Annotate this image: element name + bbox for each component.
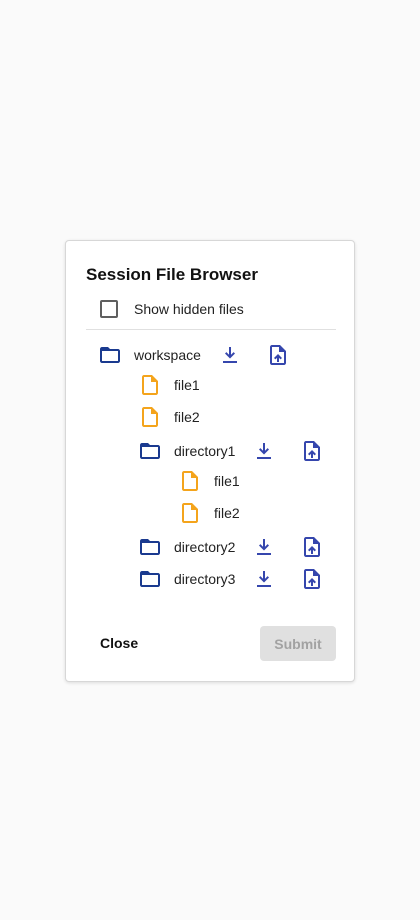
divider (86, 329, 336, 330)
folder-name: directory1 (174, 443, 236, 459)
file-upload-icon[interactable] (266, 343, 290, 367)
file-name: file1 (174, 377, 200, 393)
download-icon[interactable] (252, 535, 276, 559)
tree-folder-row[interactable]: directory1 (66, 439, 356, 463)
file-name: file2 (174, 409, 200, 425)
tree-file-row[interactable]: file2 (66, 501, 356, 525)
show-hidden-files-toggle[interactable]: Show hidden files (100, 299, 244, 319)
file-icon (182, 471, 198, 491)
folder-name: workspace (134, 347, 201, 363)
submit-button: Submit (260, 626, 336, 661)
folder-icon (140, 539, 160, 555)
folder-name: directory3 (174, 571, 236, 587)
download-icon[interactable] (252, 439, 276, 463)
tree-file-row[interactable]: file1 (66, 469, 356, 493)
file-icon (142, 407, 158, 427)
folder-icon (100, 347, 120, 363)
folder-icon (140, 443, 160, 459)
show-hidden-files-checkbox[interactable] (100, 300, 118, 318)
close-button[interactable]: Close (88, 627, 150, 659)
tree-folder-row[interactable]: workspace (66, 343, 356, 367)
tree-file-row[interactable]: file1 (66, 373, 356, 397)
dialog-title: Session File Browser (86, 265, 258, 284)
file-name: file2 (214, 505, 240, 521)
file-upload-icon[interactable] (300, 535, 324, 559)
tree-folder-row[interactable]: directory3 (66, 567, 356, 591)
folder-icon (140, 571, 160, 587)
file-name: file1 (214, 473, 240, 489)
folder-name: directory2 (174, 539, 236, 555)
show-hidden-files-label: Show hidden files (134, 301, 244, 317)
tree-folder-row[interactable]: directory2 (66, 535, 356, 559)
session-file-browser-dialog: Session File Browser Show hidden files w… (65, 240, 355, 682)
tree-file-row[interactable]: file2 (66, 405, 356, 429)
download-icon[interactable] (218, 343, 242, 367)
download-icon[interactable] (252, 567, 276, 591)
file-upload-icon[interactable] (300, 567, 324, 591)
file-upload-icon[interactable] (300, 439, 324, 463)
file-icon (182, 503, 198, 523)
file-icon (142, 375, 158, 395)
